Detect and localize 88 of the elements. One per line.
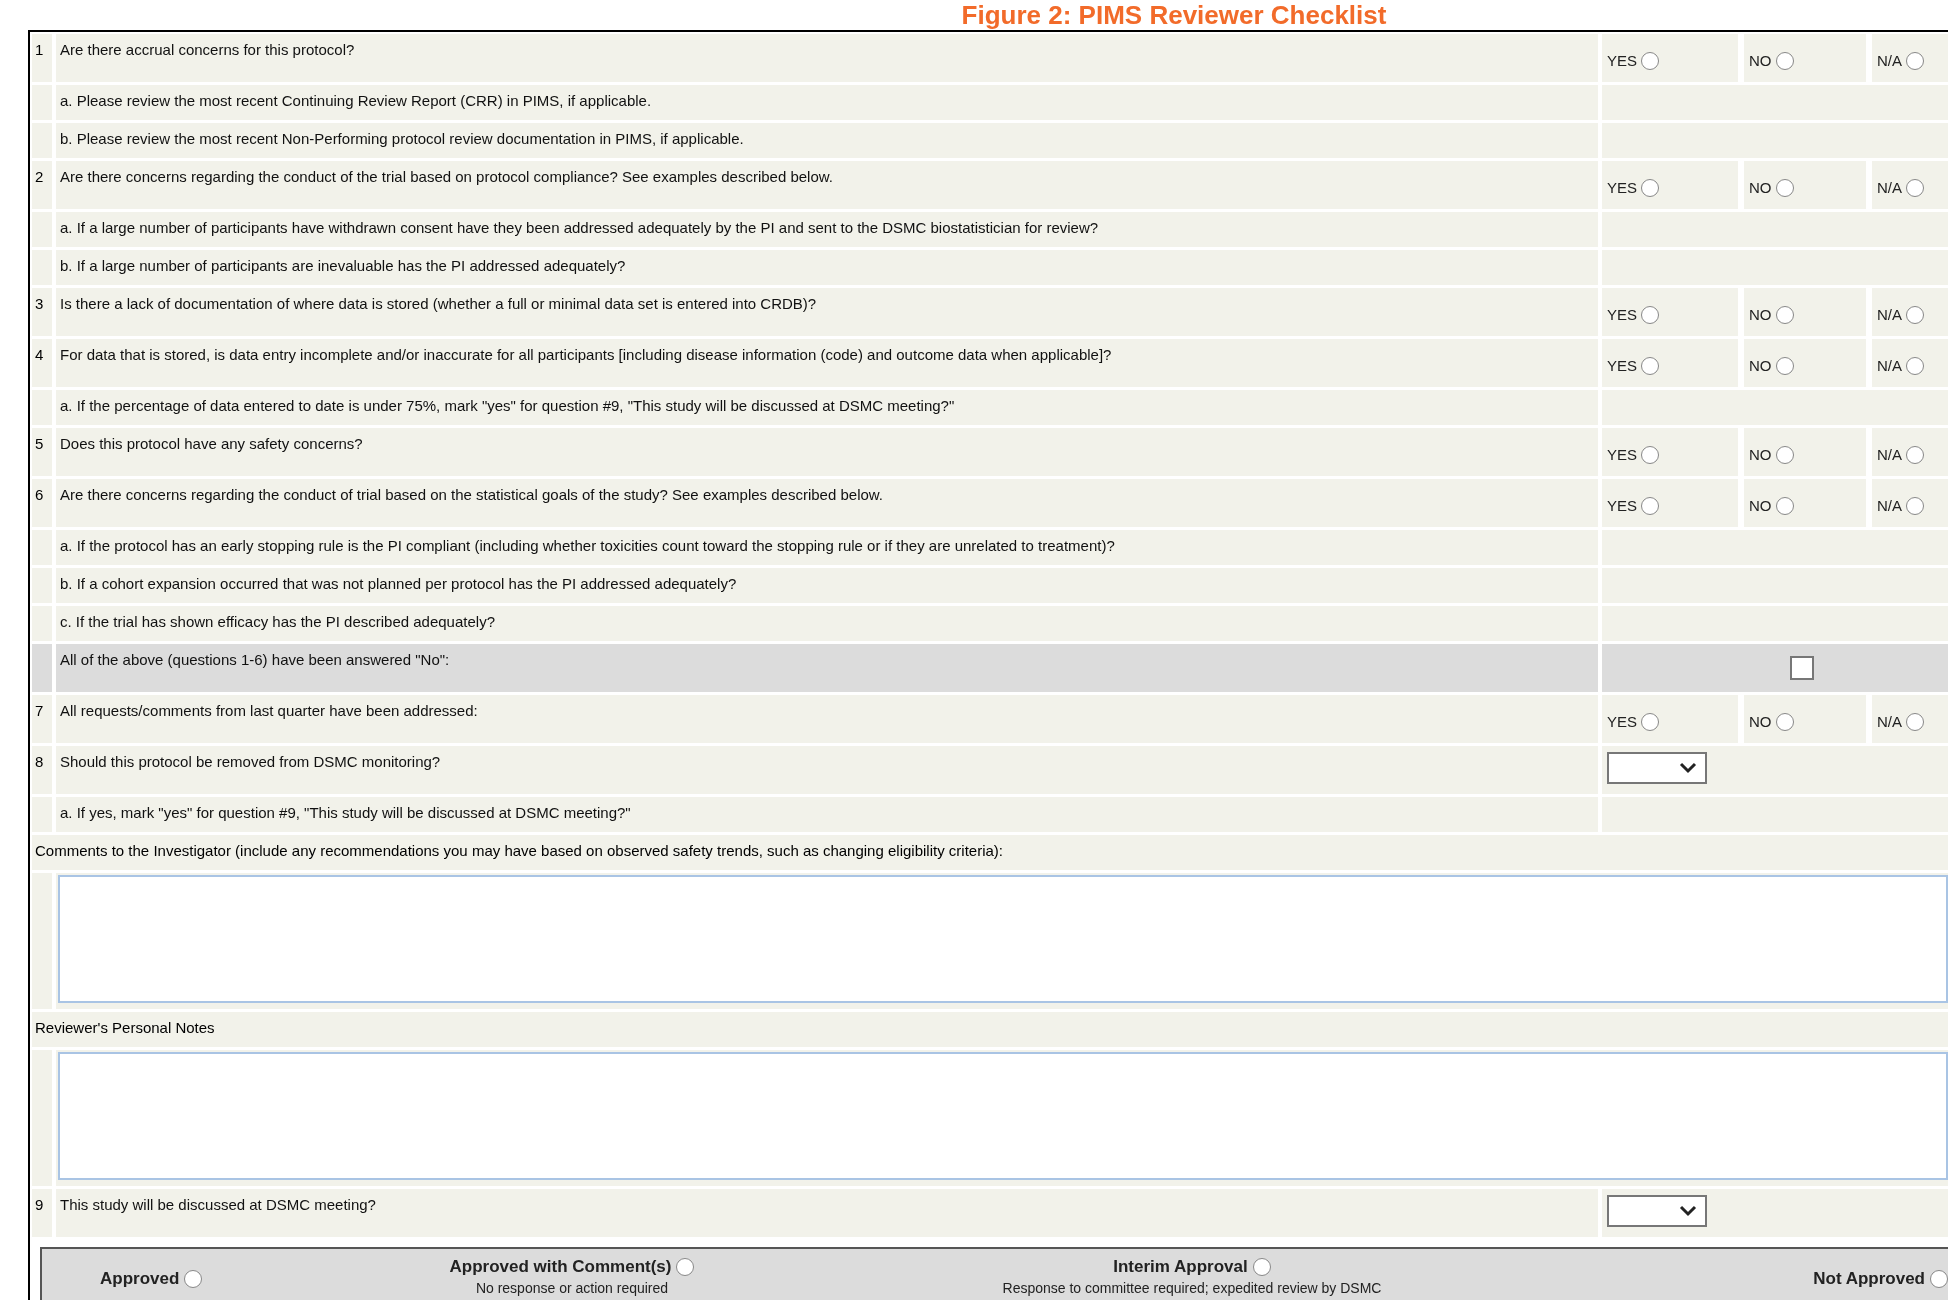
question-text: Should this protocol be removed from DSMC monitoring? (56, 746, 1598, 794)
option-label: NO (1749, 304, 1772, 325)
question-text: Is there a lack of documentation of where data is stored (whether a full or minimal data set is entered into CRDB)? (56, 288, 1598, 336)
radio-button[interactable] (1906, 306, 1924, 324)
approval-label: Not Approved (1813, 1268, 1925, 1290)
question-number: 3 (32, 288, 52, 336)
option-label: N/A (1877, 177, 1902, 198)
question-text: Are there concerns regarding the conduct of trial based on the statistical goals of the study? See examples described below. (56, 479, 1598, 527)
question-text: All requests/comments from last quarter have been addressed: (56, 695, 1598, 743)
approval-label: Approved (100, 1268, 180, 1290)
option-label: N/A (1877, 711, 1902, 732)
sub-question-text: a. If a large number of participants have withdrawn consent have they been addressed adequately by the PI and sent to the DSMC biostatistician for review? (56, 212, 1598, 247)
chevron-down-icon (1679, 762, 1697, 774)
approval-label: Interim Approval (1113, 1256, 1248, 1278)
radio-button[interactable] (1775, 52, 1794, 70)
radio-button[interactable] (1906, 52, 1924, 70)
radio-button[interactable] (676, 1257, 695, 1276)
approval-note: Response to committee required; expedited review by DSMC (1002, 1279, 1382, 1296)
question-text: Are there concerns regarding the conduct of the trial based on protocol compliance? See examples described below. (56, 161, 1598, 209)
field-label: Reviewer's Personal Notes (32, 1012, 1948, 1047)
sub-question-text: b. If a cohort expansion occurred that was not planned per protocol has the PI addressed adequately? (56, 568, 1598, 603)
option-label: NO (1749, 495, 1772, 516)
question-number: 1 (32, 34, 52, 82)
question-number: 4 (32, 339, 52, 387)
radio-button[interactable] (1775, 713, 1794, 731)
sub-question-text: c. If the trial has shown efficacy has the PI described adequately? (56, 606, 1598, 641)
option-label: NO (1749, 444, 1772, 465)
radio-button[interactable] (184, 1269, 203, 1288)
question-number: 2 (32, 161, 52, 209)
option-label: NO (1749, 50, 1772, 71)
question-number: 5 (32, 428, 52, 476)
question-text: Are there accrual concerns for this protocol? (56, 34, 1598, 82)
sub-question-text: a. Please review the most recent Continuing Review Report (CRR) in PIMS, if applicable. (56, 85, 1598, 120)
option-label: YES (1607, 495, 1637, 516)
option-label: YES (1607, 355, 1637, 376)
radio-button[interactable] (1641, 357, 1659, 375)
option-label: N/A (1877, 304, 1902, 325)
radio-button[interactable] (1906, 497, 1924, 515)
radio-button[interactable] (1641, 497, 1659, 515)
radio-button[interactable] (1775, 179, 1794, 197)
radio-button[interactable] (1906, 713, 1924, 731)
radio-button[interactable] (1930, 1269, 1948, 1288)
radio-button[interactable] (1252, 1257, 1271, 1276)
chevron-down-icon (1679, 1205, 1697, 1217)
question-number: 6 (32, 479, 52, 527)
sub-question-text: a. If yes, mark "yes" for question #9, "This study will be discussed at DSMC meeting?" (56, 797, 1598, 832)
option-label: NO (1749, 177, 1772, 198)
sub-question-text: b. If a large number of participants are inevaluable has the PI addressed adequately? (56, 250, 1598, 285)
radio-button[interactable] (1641, 446, 1659, 464)
option-label: N/A (1877, 495, 1902, 516)
question-number: 7 (32, 695, 52, 743)
option-label: YES (1607, 50, 1637, 71)
radio-button[interactable] (1641, 179, 1659, 197)
option-label: N/A (1877, 50, 1902, 71)
radio-button[interactable] (1775, 497, 1794, 515)
option-label: YES (1607, 444, 1637, 465)
option-label: NO (1749, 355, 1772, 376)
question-text: For data that is stored, is data entry incomplete and/or inaccurate for all participants [including disease information (code) and outcome data when applicable]? (56, 339, 1598, 387)
option-label: N/A (1877, 355, 1902, 376)
option-label: N/A (1877, 444, 1902, 465)
sub-question-text: a. If the percentage of data entered to date is under 75%, mark "yes" for question #9, "This study will be discussed at DSMC meeting?" (56, 390, 1598, 425)
radio-button[interactable] (1906, 446, 1924, 464)
field-label: Comments to the Investigator (include any recommendations you may have based on observed safety trends, such as changing eligibility criteria): (32, 835, 1948, 870)
radio-button[interactable] (1906, 179, 1924, 197)
option-label: YES (1607, 711, 1637, 732)
dropdown[interactable] (1607, 1195, 1707, 1227)
approval-label: Approved with Comment(s) (449, 1256, 672, 1278)
sub-question-text: a. If the protocol has an early stopping rule is the PI compliant (including whether toxicities count toward the stopping rule or if they are unrelated to treatment)? (56, 530, 1598, 565)
radio-button[interactable] (1775, 446, 1794, 464)
radio-button[interactable] (1775, 306, 1794, 324)
question-number: 8 (32, 746, 52, 794)
question-text: Does this protocol have any safety concerns? (56, 428, 1598, 476)
option-label: YES (1607, 177, 1637, 198)
statement-text: All of the above (questions 1-6) have been answered "No": (56, 644, 1598, 692)
sub-question-text: b. Please review the most recent Non-Performing protocol review documentation in PIMS, if applicable. (56, 123, 1598, 158)
figure-title: Figure 2: PIMS Reviewer Checklist (961, 0, 1387, 30)
radio-button[interactable] (1775, 357, 1794, 375)
radio-button[interactable] (1641, 52, 1659, 70)
checkbox[interactable] (1790, 656, 1814, 680)
option-label: NO (1749, 711, 1772, 732)
question-number: 9 (32, 1189, 52, 1237)
question-text: This study will be discussed at DSMC meeting? (56, 1189, 1598, 1237)
option-label: YES (1607, 304, 1637, 325)
radio-button[interactable] (1906, 357, 1924, 375)
radio-button[interactable] (1641, 713, 1659, 731)
approval-note: No response or action required (475, 1279, 669, 1296)
radio-button[interactable] (1641, 306, 1659, 324)
dropdown[interactable] (1607, 752, 1707, 784)
